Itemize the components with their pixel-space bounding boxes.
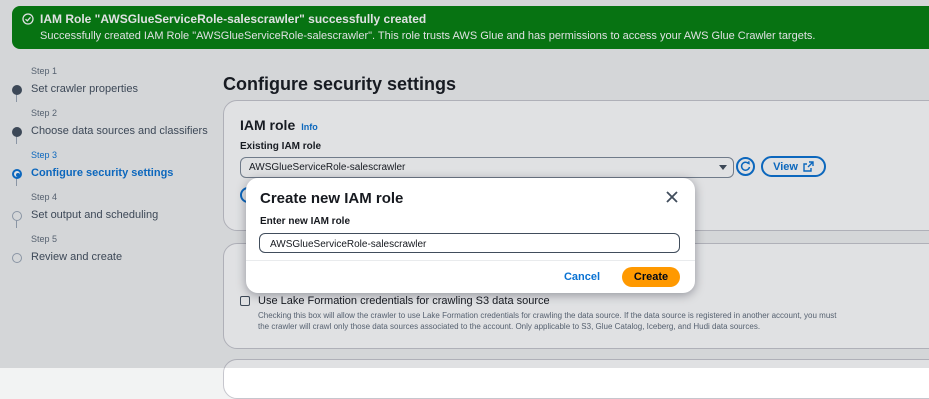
create-button[interactable]: Create — [622, 267, 680, 287]
new-iam-role-label: Enter new IAM role — [260, 216, 351, 227]
new-iam-role-input[interactable] — [259, 233, 680, 253]
cancel-button[interactable]: Cancel — [558, 268, 606, 286]
modal-divider — [246, 260, 695, 261]
modal-title: Create new IAM role — [260, 190, 404, 207]
close-icon[interactable] — [664, 189, 680, 205]
create-iam-role-modal: Create new IAM role Enter new IAM role C… — [246, 178, 695, 293]
